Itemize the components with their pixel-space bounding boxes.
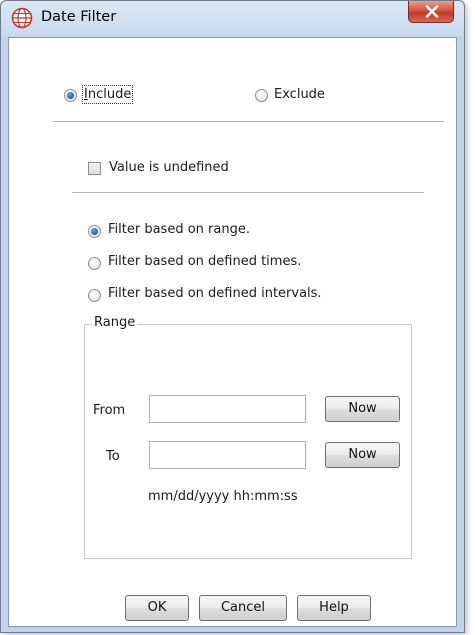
- to-now-button[interactable]: Now: [325, 442, 400, 468]
- to-label: To: [106, 449, 120, 464]
- from-now-button[interactable]: Now: [325, 396, 400, 422]
- ok-button[interactable]: OK: [125, 595, 189, 621]
- separator-top: [53, 121, 444, 122]
- exclude-radio[interactable]: [255, 89, 268, 102]
- exclude-label[interactable]: Exclude: [274, 87, 325, 102]
- help-button[interactable]: Help: [297, 595, 371, 621]
- filter-range-radio[interactable]: [88, 225, 101, 238]
- range-groupbox: Range From Now To Now mm/dd/yyyy hh:mm:s…: [84, 315, 412, 559]
- dialog-content: Include Exclude Value is undefined Filte…: [8, 37, 457, 627]
- include-radio[interactable]: [64, 89, 77, 102]
- value-undefined-label[interactable]: Value is undefined: [109, 160, 229, 175]
- globe-app-icon: [11, 7, 33, 29]
- from-input[interactable]: [149, 395, 306, 423]
- close-x-icon: [425, 5, 439, 18]
- filter-range-label[interactable]: Filter based on range.: [108, 222, 250, 237]
- datetime-format-hint: mm/dd/yyyy hh:mm:ss: [148, 489, 298, 504]
- title-bar[interactable]: Date Filter: [1, 1, 464, 37]
- filter-defined-intervals-label[interactable]: Filter based on defined intervals.: [108, 286, 322, 301]
- date-filter-dialog: Date Filter Include Exclude Value is und…: [0, 0, 465, 633]
- include-label[interactable]: Include: [81, 85, 134, 104]
- close-button[interactable]: [408, 1, 454, 23]
- range-legend: Range: [92, 315, 138, 330]
- separator-middle: [72, 192, 424, 193]
- filter-defined-intervals-radio[interactable]: [88, 289, 101, 302]
- filter-defined-times-label[interactable]: Filter based on defined times.: [108, 254, 301, 269]
- filter-defined-times-radio[interactable]: [88, 257, 101, 270]
- to-input[interactable]: [149, 441, 306, 469]
- cancel-button[interactable]: Cancel: [199, 595, 287, 621]
- window-title: Date Filter: [41, 9, 117, 25]
- value-undefined-checkbox[interactable]: [88, 162, 101, 175]
- from-label: From: [93, 403, 126, 418]
